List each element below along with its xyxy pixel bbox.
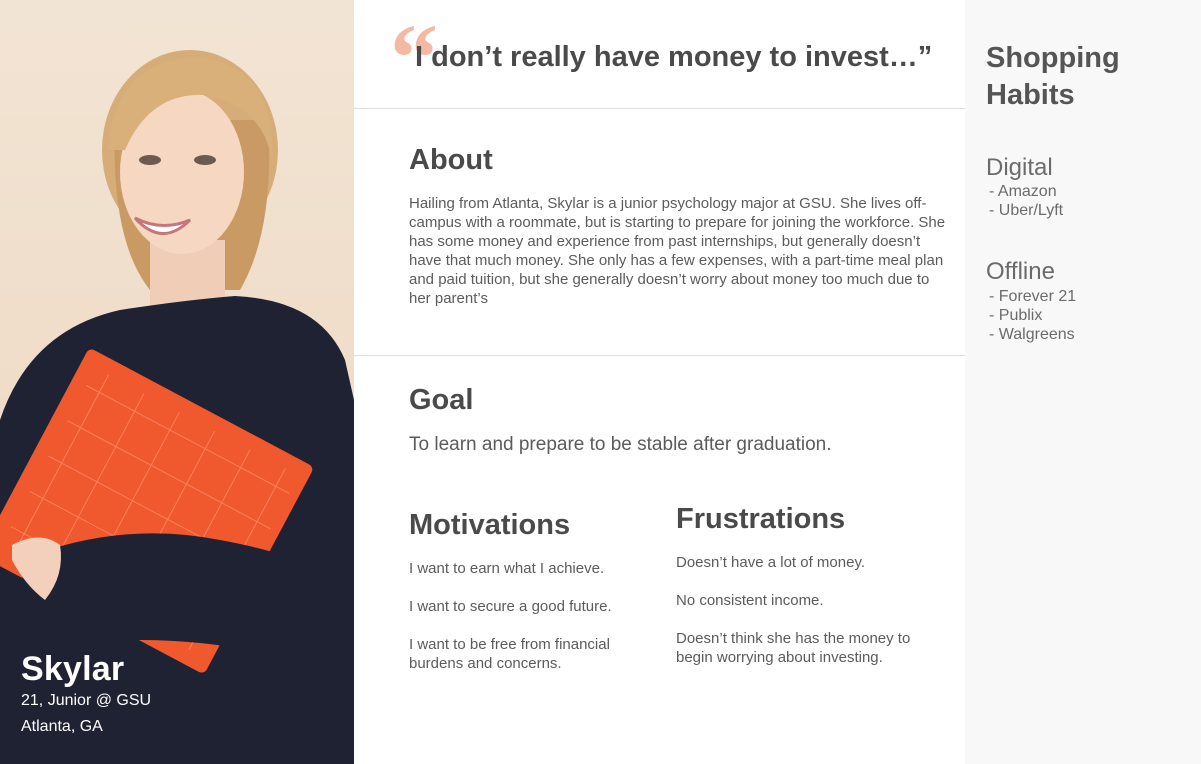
divider <box>354 108 965 109</box>
offline-item: - Forever 21 <box>989 288 1077 305</box>
about-heading: About <box>409 144 493 176</box>
shopping-habits-heading: Shopping Habits <box>986 42 1120 111</box>
goal-heading: Goal <box>409 384 474 416</box>
motivations-heading: Motivations <box>409 509 571 541</box>
digital-item: - Amazon <box>989 183 1057 200</box>
motivation-item: I want to secure a good future. <box>409 598 612 615</box>
frustration-item: Doesn’t think she has the money to begin… <box>676 630 911 666</box>
motivation-item: I want to earn what I achieve. <box>409 560 605 577</box>
goal-text: To learn and prepare to be stable after … <box>409 434 832 455</box>
about-text: Hailing from Atlanta, Skylar is a junior… <box>409 195 946 307</box>
motivation-item: I want to be free from financial burdens… <box>409 636 610 672</box>
persona-age-school: 21, Junior @ GSU <box>21 692 152 709</box>
persona-location: Atlanta, GA <box>21 718 103 735</box>
persona-photo: Skylar 21, Junior @ GSU Atlanta, GA <box>0 0 354 764</box>
offline-item: - Publix <box>989 307 1043 324</box>
divider <box>354 355 965 356</box>
digital-item: - Uber/Lyft <box>989 202 1064 219</box>
persona-name: Skylar <box>21 650 125 688</box>
offline-heading: Offline <box>986 258 1055 285</box>
frustrations-heading: Frustrations <box>676 503 846 535</box>
offline-item: - Walgreens <box>989 326 1075 343</box>
frustration-item: Doesn’t have a lot of money. <box>676 554 865 571</box>
persona-quote: I don’t really have money to invest…” <box>415 41 933 73</box>
shopping-habits-panel <box>965 0 1201 764</box>
digital-heading: Digital <box>986 154 1053 181</box>
frustration-item: No consistent income. <box>676 592 824 609</box>
